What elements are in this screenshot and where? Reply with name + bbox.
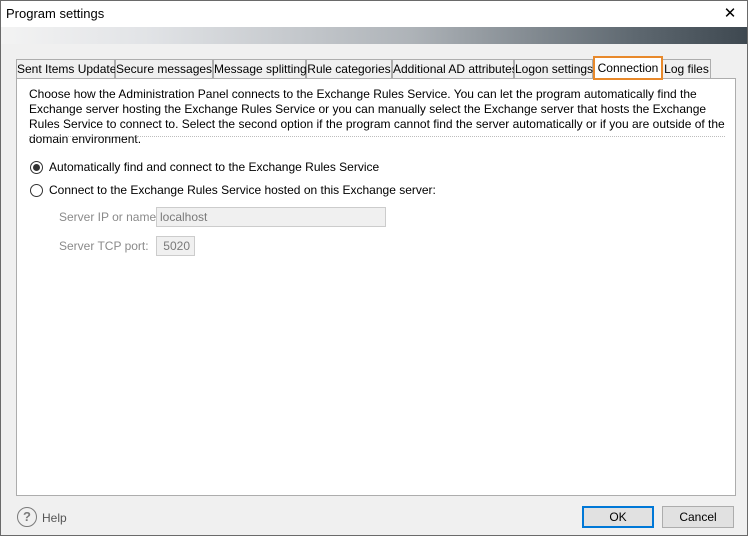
tab-logon-settings[interactable]: Logon settings (514, 59, 593, 79)
tab-secure-messages[interactable]: Secure messages (115, 59, 213, 79)
server-port-input[interactable]: 5020 (156, 236, 195, 256)
tab-sent-items-update[interactable]: Sent Items Update (16, 59, 116, 79)
title-bar: Program settings ✕ (1, 1, 747, 27)
tab-additional-ad-attributes[interactable]: Additional AD attributes (392, 59, 518, 79)
help-link[interactable]: Help (42, 511, 67, 525)
auto-connect-radio[interactable] (30, 161, 43, 174)
tab-strip: Sent Items Update Secure messages Messag… (16, 56, 736, 80)
window-title: Program settings (6, 6, 105, 21)
tab-log-files[interactable]: Log files (662, 59, 711, 79)
connection-description: Choose how the Administration Panel conn… (29, 87, 725, 146)
connection-tab-panel: Choose how the Administration Panel conn… (16, 78, 736, 496)
auto-connect-label[interactable]: Automatically find and connect to the Ex… (49, 160, 379, 174)
manual-connect-radio[interactable] (30, 184, 43, 197)
server-port-label: Server TCP port: (59, 239, 149, 253)
tab-connection[interactable]: Connection (593, 56, 663, 80)
program-settings-dialog: Program settings ✕ Sent Items Update Sec… (0, 0, 748, 536)
ok-button[interactable]: OK (582, 506, 654, 528)
close-button[interactable]: ✕ (713, 1, 747, 27)
tab-message-splitting[interactable]: Message splitting (213, 59, 307, 79)
header-banner (1, 27, 747, 44)
server-ip-input[interactable]: localhost (156, 207, 386, 227)
tab-rule-categories[interactable]: Rule categories (306, 59, 392, 79)
server-ip-label: Server IP or name: (59, 210, 160, 224)
cancel-button[interactable]: Cancel (662, 506, 734, 528)
separator (29, 136, 725, 137)
question-circle-icon[interactable]: ? (17, 507, 37, 527)
manual-connect-label[interactable]: Connect to the Exchange Rules Service ho… (49, 183, 436, 197)
